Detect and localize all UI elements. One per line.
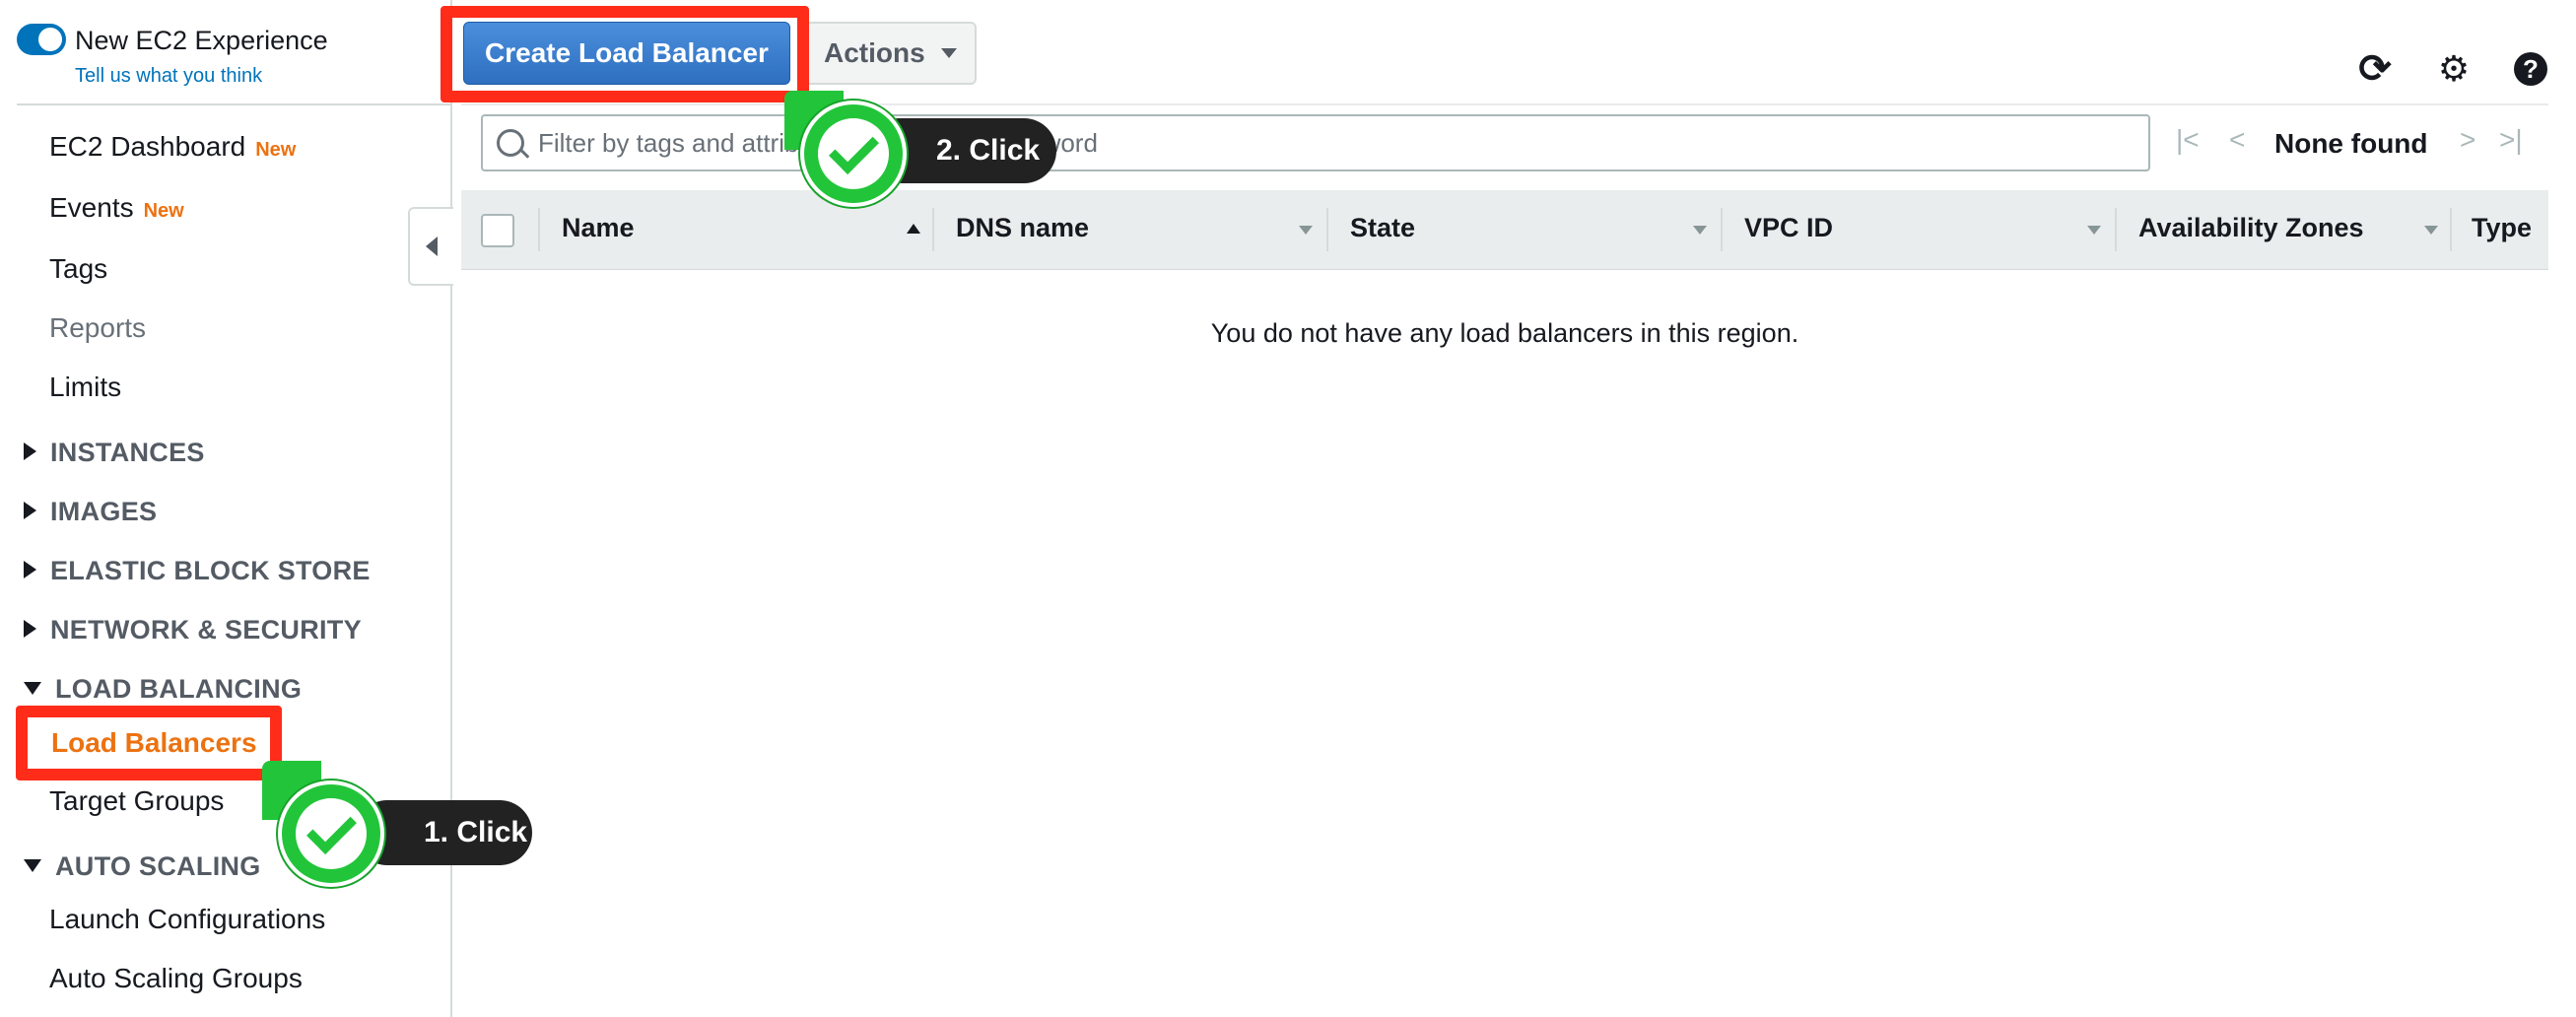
- search-icon: [497, 129, 524, 157]
- section-network-security[interactable]: NETWORK & SECURITY: [24, 615, 362, 645]
- actions-dropdown[interactable]: Actions: [804, 22, 977, 85]
- new-badge: New: [255, 139, 297, 161]
- chevron-right-icon: >: [2460, 124, 2476, 155]
- section-label: IMAGES: [50, 497, 158, 526]
- help-button[interactable]: ?: [2511, 49, 2550, 89]
- sidebar-divider: [17, 103, 450, 105]
- column-separator: [932, 208, 934, 251]
- first-page-icon: |<: [2176, 124, 2200, 155]
- expand-right-icon: [24, 501, 36, 519]
- column-header-state[interactable]: State: [1350, 213, 1415, 243]
- filter-bar: [481, 114, 2150, 171]
- sort-icon[interactable]: [1299, 226, 1313, 235]
- sort-icon[interactable]: [2087, 226, 2101, 235]
- sort-ascending-icon[interactable]: [907, 224, 920, 234]
- column-separator: [2115, 208, 2117, 251]
- column-header-dns-name[interactable]: DNS name: [956, 213, 1089, 243]
- sidebar-item-target-groups[interactable]: Target Groups: [49, 785, 224, 817]
- section-label: ELASTIC BLOCK STORE: [50, 556, 371, 585]
- sidebar-item-tags[interactable]: Tags: [49, 253, 107, 285]
- chevron-left-icon: <: [2229, 124, 2246, 155]
- highlight-load-balancers: [16, 706, 282, 780]
- section-label: LOAD BALANCING: [55, 674, 303, 704]
- last-page-icon: >|: [2499, 124, 2523, 155]
- sidebar-item-limits[interactable]: Limits: [49, 372, 121, 403]
- empty-table-message: You do not have any load balancers in th…: [1210, 318, 1799, 348]
- table-header: Name DNS name State VPC ID Availability …: [461, 190, 2548, 270]
- select-all-checkbox[interactable]: [481, 214, 514, 247]
- column-header-availability-zones[interactable]: Availability Zones: [2138, 213, 2364, 243]
- check-icon: [305, 803, 357, 854]
- sort-icon[interactable]: [1693, 226, 1707, 235]
- section-label: NETWORK & SECURITY: [50, 615, 362, 644]
- filter-input[interactable]: [538, 116, 2115, 170]
- section-auto-scaling[interactable]: AUTO SCALING: [24, 851, 261, 882]
- last-page-button[interactable]: >|: [2499, 124, 2523, 156]
- section-images[interactable]: IMAGES: [24, 497, 157, 527]
- toolbar-divider: [461, 103, 2548, 105]
- column-separator: [538, 208, 540, 251]
- feedback-link[interactable]: Tell us what you think: [75, 65, 262, 88]
- actions-label: Actions: [824, 37, 925, 68]
- check-icon: [828, 123, 879, 174]
- highlight-create-button: [441, 6, 809, 102]
- expand-right-icon: [24, 441, 36, 460]
- column-header-name[interactable]: Name: [562, 213, 635, 243]
- sidebar-item-reports[interactable]: Reports: [49, 312, 146, 344]
- toggle-knob: [38, 28, 62, 51]
- chevron-left-icon: [426, 237, 438, 256]
- refresh-icon: ⟳: [2358, 47, 2392, 91]
- settings-button[interactable]: ⚙: [2434, 49, 2474, 89]
- step-2-marker: [800, 101, 907, 207]
- new-experience-toggle[interactable]: [17, 24, 66, 55]
- column-header-vpc-id[interactable]: VPC ID: [1744, 213, 1833, 243]
- section-label: INSTANCES: [50, 438, 205, 467]
- next-page-button[interactable]: >: [2460, 124, 2475, 156]
- section-label: AUTO SCALING: [55, 851, 261, 881]
- section-elastic-block-store[interactable]: ELASTIC BLOCK STORE: [24, 556, 371, 586]
- help-icon: ?: [2514, 52, 2547, 86]
- chevron-down-icon: [940, 48, 957, 58]
- new-experience-label: New EC2 Experience: [75, 26, 328, 55]
- section-instances[interactable]: INSTANCES: [24, 438, 205, 468]
- step-1-marker: [278, 780, 384, 887]
- column-separator: [2450, 208, 2452, 251]
- new-badge: New: [143, 200, 184, 222]
- expand-right-icon: [24, 560, 36, 578]
- section-load-balancing[interactable]: LOAD BALANCING: [24, 674, 302, 705]
- refresh-button[interactable]: ⟳: [2355, 49, 2395, 89]
- sidebar-item-launch-configurations[interactable]: Launch Configurations: [49, 904, 325, 935]
- sort-icon[interactable]: [2424, 226, 2438, 235]
- sidebar-item-label: EC2 Dashboard: [49, 131, 246, 162]
- column-header-type[interactable]: Type: [2472, 213, 2532, 243]
- column-separator: [1721, 208, 1723, 251]
- pagination-status: None found: [2274, 128, 2428, 159]
- column-separator: [1326, 208, 1328, 251]
- sidebar-item-auto-scaling-groups[interactable]: Auto Scaling Groups: [49, 963, 303, 994]
- first-page-button[interactable]: |<: [2176, 124, 2200, 156]
- sidebar-item-events[interactable]: Events New: [49, 192, 184, 224]
- expand-right-icon: [24, 619, 36, 638]
- sidebar-item-ec2-dashboard[interactable]: EC2 Dashboard New: [49, 131, 296, 163]
- sidebar-collapse-button[interactable]: [408, 207, 453, 286]
- collapse-down-icon: [24, 682, 41, 696]
- prev-page-button[interactable]: <: [2229, 124, 2245, 156]
- gear-icon: ⚙: [2437, 48, 2471, 89]
- sidebar-item-label: Events: [49, 192, 134, 223]
- collapse-down-icon: [24, 859, 41, 873]
